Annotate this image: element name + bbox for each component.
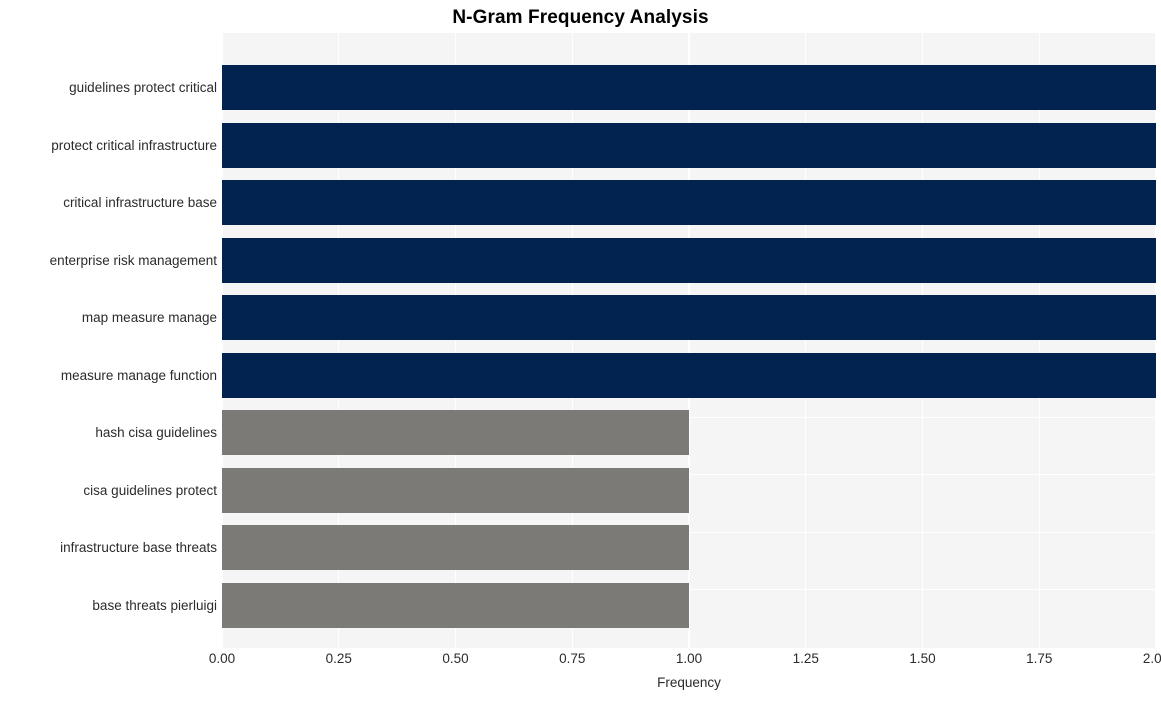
chart-title: N-Gram Frequency Analysis <box>452 7 709 28</box>
x-tick-label: 1.25 <box>792 651 819 666</box>
bar[interactable] <box>222 352 1156 398</box>
plot-area <box>222 33 1156 648</box>
x-tick-label: 0.50 <box>442 651 469 666</box>
bar[interactable] <box>222 582 689 628</box>
x-axis-title: Frequency <box>657 675 721 690</box>
x-axis-tick-labels: 0.00 0.25 0.50 0.75 1.00 1.25 1.50 1.75 2.00 <box>209 650 1161 672</box>
x-tick-label: 0.75 <box>559 651 586 666</box>
y-tick-label: protect critical infrastructure <box>51 137 217 153</box>
y-tick-label: cisa guidelines protect <box>83 482 217 498</box>
y-axis-tick-labels: guidelines protect critical protect criti… <box>0 33 217 648</box>
bar[interactable] <box>222 122 1156 168</box>
bar[interactable] <box>222 180 1156 225</box>
y-tick-label: guidelines protect critical <box>69 80 217 95</box>
y-tick-label: hash cisa guidelines <box>95 425 217 440</box>
bar[interactable] <box>222 295 1156 340</box>
x-tick-label: 2.00 <box>1142 651 1161 666</box>
y-tick-label: map measure manage <box>81 310 217 325</box>
x-tick-label: 0.25 <box>325 651 352 666</box>
bar[interactable] <box>222 467 689 513</box>
y-tick-label: infrastructure base threats <box>60 540 217 555</box>
x-tick-label: 1.00 <box>675 651 703 666</box>
y-tick-label: measure manage function <box>60 367 217 383</box>
bar[interactable] <box>222 65 1156 110</box>
y-tick-label: critical infrastructure base <box>63 195 217 210</box>
x-tick-label: 1.75 <box>1026 651 1053 666</box>
bar[interactable] <box>222 237 1156 283</box>
x-tick-label: 0.00 <box>208 651 236 666</box>
x-tick-label: 1.50 <box>909 651 936 666</box>
y-tick-label: base threats pierluigi <box>92 597 217 613</box>
bar[interactable] <box>222 525 689 570</box>
bar[interactable] <box>222 410 689 455</box>
chart-figure: N-Gram Frequency Analysis guidelines pro… <box>0 0 1161 701</box>
y-tick-label: enterprise risk management <box>49 252 217 268</box>
